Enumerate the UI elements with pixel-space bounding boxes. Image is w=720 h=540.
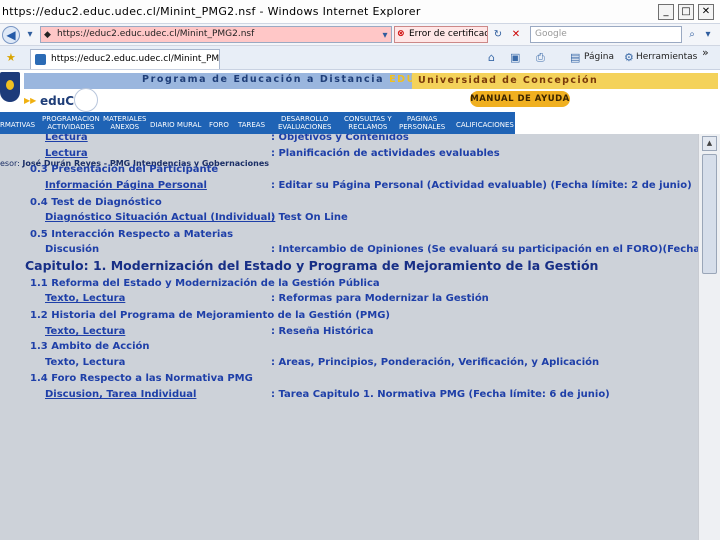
- window-title: https://educ2.educ.udec.cl/Minint_PMG2.n…: [2, 5, 421, 18]
- nav-item-6[interactable]: DESARROLLO EVALUACIONES: [278, 115, 331, 131]
- home-icon[interactable]: ⌂: [488, 51, 495, 64]
- nav-item-7[interactable]: CONSULTAS Y RECLAMOS: [344, 115, 392, 131]
- activity-link[interactable]: Lectura: [45, 134, 88, 143]
- nav-item-9[interactable]: CALIFICACIONES: [456, 121, 514, 129]
- certificate-error-button[interactable]: ⊗ Error de certificado: [394, 26, 488, 43]
- section-heading: 1.2 Historia del Programa de Mejoramient…: [30, 310, 390, 321]
- activity-description: : Reformas para Modernizar la Gestión: [271, 293, 489, 304]
- title-bar: https://educ2.educ.udec.cl/Minint_PMG2.n…: [0, 0, 720, 24]
- nav-item-8[interactable]: PAGINAS PERSONALES: [399, 115, 445, 131]
- address-dropdown-icon[interactable]: ▾: [377, 27, 393, 44]
- nav-item-2[interactable]: MATERIALES ANEXOS: [103, 115, 146, 131]
- section-heading: 1.1 Reforma del Estado y Modernización d…: [30, 278, 380, 289]
- activity-link[interactable]: Discusion, Tarea Individual: [45, 389, 196, 400]
- activity-link[interactable]: Texto, Lectura: [45, 293, 125, 304]
- nav-item-1[interactable]: PROGRAMACION ACTIVIDADES: [42, 115, 100, 131]
- search-input[interactable]: Google: [530, 26, 682, 43]
- favorites-star-icon[interactable]: ★: [6, 51, 16, 64]
- tab-current[interactable]: https://educ2.educ.udec.cl/Minint_PMG2.n…: [30, 49, 220, 69]
- close-button[interactable]: ✕: [698, 4, 714, 20]
- scroll-thumb[interactable]: [702, 154, 717, 274]
- site-header: Programa de Educación a Distancia EDUC U…: [0, 70, 720, 112]
- section-heading: 0.5 Interacción Respecto a Materias: [30, 229, 234, 240]
- tools-icon: ⚙: [624, 51, 634, 64]
- course-content: esor: José Durán Reyes - PMG Intendencia…: [0, 134, 698, 540]
- overflow-chevron[interactable]: »: [702, 46, 709, 59]
- tools-menu[interactable]: Herramientas: [636, 52, 697, 62]
- print-icon[interactable]: ⎙: [536, 51, 545, 65]
- scroll-up-icon[interactable]: ▲: [702, 136, 717, 151]
- search-dropdown-icon[interactable]: ▾: [700, 26, 716, 43]
- activity-description: : Intercambio de Opiniones (Se evaluará …: [271, 244, 698, 255]
- dropdown-icon[interactable]: ▾: [22, 26, 38, 43]
- activity-description: : Editar su Página Personal (Actividad e…: [271, 180, 692, 191]
- activity-description: : Areas, Principios, Ponderación, Verifi…: [271, 357, 600, 368]
- page-menu[interactable]: Página: [584, 52, 614, 62]
- university-shield-logo: [0, 72, 20, 102]
- nav-item-3[interactable]: DIARIO MURAL: [150, 121, 201, 129]
- activity-link[interactable]: Lectura: [45, 148, 88, 159]
- stop-icon[interactable]: ✕: [508, 26, 524, 43]
- help-manual-button[interactable]: MANUAL DE AYUDA: [470, 91, 570, 107]
- section-heading: 0.4 Test de Diagnóstico: [30, 197, 162, 208]
- back-icon[interactable]: ◀: [2, 26, 20, 44]
- activity-link[interactable]: Texto, Lectura: [45, 326, 125, 337]
- activity-link[interactable]: Texto, Lectura: [45, 357, 125, 368]
- minimize-button[interactable]: _: [658, 4, 674, 20]
- search-placeholder: Google: [535, 29, 567, 39]
- section-heading: 1.3 Ambito de Acción: [30, 341, 150, 352]
- address-input[interactable]: ◆ https://educ2.educ.udec.cl/Minint_PMG2…: [40, 26, 392, 43]
- activity-description: : Reseña Histórica: [271, 326, 374, 337]
- vertical-scrollbar[interactable]: ▲: [698, 134, 720, 540]
- address-url: https://educ2.educ.udec.cl/Minint_PMG2.n…: [57, 29, 255, 39]
- nav-item-4[interactable]: FORO: [209, 121, 229, 129]
- search-icon[interactable]: ⌕: [684, 26, 700, 43]
- activity-description: : Planificación de actividades evaluable…: [271, 148, 500, 159]
- section-heading: 0.3 Presentación del Participante: [30, 164, 219, 175]
- activity-link[interactable]: Diagnóstico Situación Actual (Individual…: [45, 212, 275, 223]
- activity-description: : Objetivos y Contenidos: [271, 134, 409, 143]
- page-icon: ▤: [570, 51, 581, 64]
- crosshair-icon: [74, 88, 98, 112]
- feeds-icon[interactable]: ▣: [510, 51, 520, 64]
- main-navigation: RMATIVAS PROGRAMACION ACTIVIDADES MATERIAL…: [0, 112, 515, 134]
- tab-label: https://educ2.educ.udec.cl/Minint_PMG2.n…: [51, 54, 220, 64]
- certificate-error-label: Error de certificado: [409, 29, 488, 39]
- activity-description: : Test On Line: [271, 212, 348, 223]
- page-icon: ◆: [44, 30, 51, 40]
- error-icon: ⊗: [397, 29, 405, 39]
- refresh-icon[interactable]: ↻: [490, 26, 506, 43]
- maximize-button[interactable]: □: [678, 4, 694, 20]
- activity-link[interactable]: Información Página Personal: [45, 180, 207, 191]
- activity-description: : Tarea Capitulo 1. Normativa PMG (Fecha…: [271, 389, 610, 400]
- university-name: Universidad de Concepción: [412, 73, 718, 89]
- professor-label: esor:: [0, 159, 20, 168]
- favicon-icon: [35, 54, 46, 65]
- activity-link[interactable]: Discusión: [45, 244, 99, 255]
- nav-item-5[interactable]: TAREAS: [238, 121, 265, 129]
- chapter-heading: Capitulo: 1. Modernización del Estado y …: [25, 258, 599, 273]
- section-heading: 1.4 Foro Respecto a las Normativa PMG: [30, 373, 253, 384]
- program-banner: Programa de Educación a Distancia EDUC U…: [24, 73, 718, 89]
- tab-bar: ★ https://educ2.educ.udec.cl/Minint_PMG2…: [0, 46, 720, 70]
- program-title: Programa de Educación a Distancia EDUC: [142, 74, 425, 85]
- address-bar: ◀ ▾ ◆ https://educ2.educ.udec.cl/Minint_…: [0, 24, 720, 46]
- nav-item-0[interactable]: RMATIVAS: [0, 121, 35, 129]
